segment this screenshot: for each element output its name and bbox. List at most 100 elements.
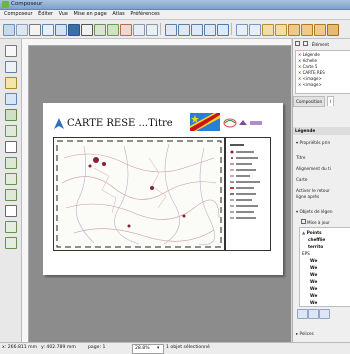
menu-editer[interactable]: Éditer [38, 10, 53, 19]
tree-item[interactable]: We [310, 279, 317, 284]
check-icon[interactable]: ✕ [298, 64, 301, 69]
flag-image[interactable] [190, 113, 220, 131]
tree-item[interactable]: ▲ Points [302, 230, 322, 235]
move-content-icon[interactable] [5, 93, 17, 105]
save-template-icon[interactable] [42, 24, 54, 36]
tree-item[interactable]: We [310, 265, 317, 270]
zoom-out-icon[interactable] [204, 24, 216, 36]
tree-item[interactable]: We [310, 293, 317, 298]
zoom-full-icon[interactable] [165, 24, 177, 36]
tab-item-properties[interactable]: I [327, 96, 335, 106]
add-table-icon[interactable] [5, 221, 17, 233]
add-legend-icon[interactable] [5, 157, 17, 169]
right-dock-panel: Élément ✕ Légende ✕ échelle ✕ Carte 5 ✕ … [292, 39, 350, 342]
tree-item[interactable]: We [310, 258, 317, 263]
main-properties-section[interactable]: ▾ Propriétés prin [296, 140, 330, 145]
menu-composeur[interactable]: Composeur [4, 10, 33, 19]
point-layer-icon: ▲ [302, 230, 306, 235]
add-html-icon[interactable] [5, 237, 17, 249]
list-item[interactable]: ✕ Légende [298, 52, 320, 57]
save-icon[interactable] [68, 24, 80, 36]
title-bar: Composeur [0, 0, 350, 10]
tab-composition[interactable]: Composition [293, 96, 326, 107]
tree-item[interactable]: We [310, 272, 317, 277]
add-shape-icon[interactable] [5, 189, 17, 201]
lower-icon[interactable] [301, 24, 313, 36]
add-scalebar-icon[interactable] [5, 173, 17, 185]
menu-mise-en-page[interactable]: Mise en page [74, 10, 107, 19]
menu-atlas[interactable]: Atlas [112, 10, 124, 19]
undo-icon[interactable] [133, 24, 145, 36]
title-field-label: Titre [296, 155, 306, 160]
partner-logos-image[interactable] [223, 117, 263, 129]
zoom-100-icon[interactable] [178, 24, 190, 36]
duplicate-composer-icon[interactable] [16, 24, 28, 36]
check-icon[interactable]: ✕ [298, 82, 301, 87]
map-field-label: Carte [296, 177, 308, 182]
tree-item[interactable]: territo [308, 244, 323, 249]
auto-update-checkbox[interactable]: Mise à jour [301, 219, 330, 225]
lock-items-icon[interactable] [236, 24, 248, 36]
check-icon[interactable]: ✕ [298, 70, 301, 75]
map-title-label[interactable]: CARTE RESE ...Titre [67, 118, 173, 129]
list-item[interactable]: ✕ <image> [298, 76, 322, 81]
add-arrow-icon[interactable] [5, 205, 17, 217]
list-item[interactable]: ✕ Carte 5 [298, 64, 317, 69]
list-item[interactable]: ✕ échelle [298, 58, 317, 63]
export-svg-icon[interactable] [107, 24, 119, 36]
export-image-icon[interactable] [94, 24, 106, 36]
menu-preferences[interactable]: Préférences [130, 10, 159, 19]
items-panel-header: Élément [295, 41, 329, 47]
horizontal-ruler [22, 39, 291, 46]
composition-page[interactable]: CARTE RESE ...Titre [43, 103, 283, 275]
legend-items-tree[interactable]: ▲ Points chefflie territo EPS We We We W… [299, 227, 350, 307]
ungroup-icon[interactable] [275, 24, 287, 36]
items-list[interactable]: ✕ Légende ✕ échelle ✕ Carte 5 ✕ CARTE RE… [295, 50, 350, 94]
checkbox-icon[interactable] [301, 219, 306, 224]
menu-vue[interactable]: Vue [59, 10, 68, 19]
redo-icon[interactable] [146, 24, 158, 36]
refresh-icon[interactable] [217, 24, 229, 36]
load-template-icon[interactable] [55, 24, 67, 36]
check-icon[interactable]: ✕ [298, 52, 301, 57]
toolbar-separator [231, 23, 232, 35]
check-icon[interactable]: ✕ [298, 76, 301, 81]
zoom-tool-icon[interactable] [5, 61, 17, 73]
tree-item[interactable]: We [310, 286, 317, 291]
wrap-text-label-2: ligne après [296, 194, 320, 199]
add-image-icon[interactable] [5, 125, 17, 137]
tree-item[interactable]: chefflie [308, 237, 325, 242]
list-item[interactable]: ✕ CARTE RES [298, 70, 325, 75]
unlock-items-icon[interactable] [249, 24, 261, 36]
vertical-ruler [22, 45, 29, 342]
page-indicator: page: 1 [88, 345, 106, 350]
distribute-icon[interactable] [327, 24, 339, 36]
export-pdf-icon[interactable] [120, 24, 132, 36]
fonts-section[interactable]: ▸ Polices [296, 331, 314, 336]
chevron-down-icon[interactable]: ▾ [157, 346, 159, 351]
zoom-in-icon[interactable] [191, 24, 203, 36]
raise-icon[interactable] [288, 24, 300, 36]
toolbar-separator [160, 23, 161, 35]
tree-item[interactable]: EPS [302, 251, 310, 256]
move-up-icon[interactable] [308, 309, 319, 319]
add-map-icon[interactable] [5, 109, 17, 121]
align-icon[interactable] [314, 24, 326, 36]
new-composer-icon[interactable] [3, 24, 15, 36]
add-group-icon[interactable] [319, 309, 330, 319]
composer-manager-icon[interactable] [29, 24, 41, 36]
wrap-text-label: Activer le retour [296, 188, 330, 193]
legend-frame[interactable] [225, 137, 271, 251]
legend-items-section[interactable]: ▾ Objets de légen [296, 209, 332, 214]
map-frame[interactable] [53, 137, 225, 251]
add-label-icon[interactable] [5, 141, 17, 153]
select-move-icon[interactable] [5, 77, 17, 89]
print-icon[interactable] [81, 24, 93, 36]
check-icon[interactable]: ✕ [298, 58, 301, 63]
group-icon[interactable] [262, 24, 274, 36]
list-item[interactable]: ✕ <image> [298, 82, 322, 87]
pan-icon[interactable] [5, 45, 17, 57]
move-down-icon[interactable] [297, 309, 308, 319]
tree-item[interactable]: We [310, 300, 317, 305]
qgis-app-icon [2, 1, 9, 8]
